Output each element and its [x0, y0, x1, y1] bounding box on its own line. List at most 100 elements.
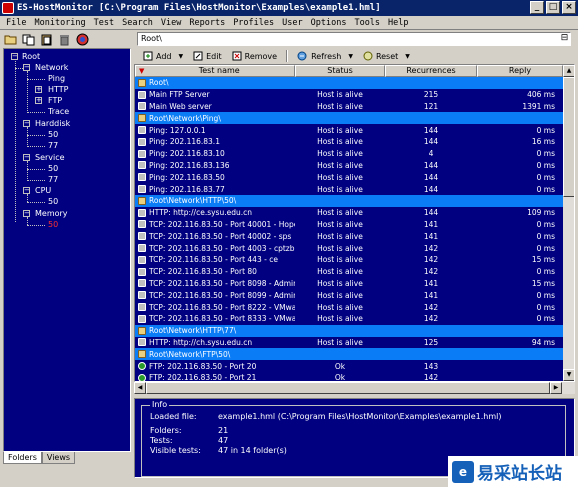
col-recurrences[interactable]: Recurrences: [385, 65, 477, 77]
menu-reports[interactable]: Reports: [185, 18, 229, 28]
col-test-name[interactable]: ▼ Test name: [135, 65, 295, 77]
table-row[interactable]: Ping: 127.0.0.1 Host is alive 144 0 ms: [135, 124, 563, 136]
table-row[interactable]: TCP: 202.116.83.50 - Port 8099 - Adminis…: [135, 289, 563, 301]
remove-button[interactable]: Remove: [227, 49, 282, 63]
edit-icon: [193, 51, 203, 61]
scroll-thumb[interactable]: [563, 77, 574, 197]
table-row[interactable]: TCP: 202.116.83.50 - Port 80 Host is aliv…: [135, 266, 563, 278]
test-status: Host is alive: [317, 90, 363, 100]
browse-icon[interactable]: ⊟: [559, 33, 570, 45]
table-row[interactable]: Main FTP Server Host is alive 215 406 ms: [135, 89, 563, 101]
harddisk-collapse-icon[interactable]: −: [23, 120, 30, 127]
http-expand-icon[interactable]: +: [35, 86, 42, 93]
add-dropdown-icon[interactable]: ▼: [179, 53, 184, 60]
hscroll-thumb[interactable]: [146, 382, 550, 394]
tree-item-network[interactable]: Network: [35, 63, 68, 73]
refresh-button[interactable]: Refresh ▼: [292, 49, 358, 63]
add-button[interactable]: Add ▼: [138, 49, 188, 63]
table-row[interactable]: HTTP: http://ch.sysu.edu.cn Host is alive…: [135, 337, 563, 349]
tab-views[interactable]: Views: [41, 452, 76, 464]
table-row[interactable]: TCP: 202.116.83.50 - Port 4003 - cptzb Ho…: [135, 242, 563, 254]
table-row[interactable]: Ping: 202.116.83.136 Host is alive 144 0 ms: [135, 160, 563, 172]
menu-view[interactable]: View: [157, 18, 185, 28]
folder-row[interactable]: Root\Network\Ping\: [135, 112, 563, 125]
table-row[interactable]: Ping: 202.116.83.1 Host is alive 144 16 ms: [135, 136, 563, 148]
table-row[interactable]: HTTP: http://ce.sysu.edu.cn Host is alive…: [135, 207, 563, 219]
test-recurrences: 144: [423, 160, 439, 170]
ftp-expand-icon[interactable]: +: [35, 97, 42, 104]
service-collapse-icon[interactable]: −: [23, 154, 30, 161]
table-row[interactable]: TCP: 202.116.83.50 - Port 8222 - VMware H…: [135, 301, 563, 313]
reset-button[interactable]: Reset ▼: [358, 49, 415, 63]
network-collapse-icon[interactable]: −: [23, 64, 30, 71]
tree-item-ping[interactable]: Ping: [48, 74, 65, 84]
vertical-scrollbar[interactable]: ▲ ▼: [563, 65, 574, 381]
refresh-dropdown-icon[interactable]: ▼: [348, 53, 353, 60]
col-status[interactable]: Status: [295, 65, 385, 77]
folder-row[interactable]: Root\: [135, 77, 563, 89]
close-button[interactable]: ×: [562, 1, 576, 14]
menu-monitoring[interactable]: Monitoring: [30, 18, 89, 28]
tree-item-harddisk-77[interactable]: 77: [48, 141, 58, 151]
tree-item-service-50[interactable]: 50: [48, 164, 58, 174]
copy-icon[interactable]: [21, 33, 35, 47]
tree-item-trace[interactable]: Trace: [48, 107, 69, 117]
tree-item-cpu[interactable]: CPU: [35, 186, 51, 196]
tree-item-http[interactable]: HTTP: [48, 85, 68, 95]
menu-bar: File Monitoring Test Search View Reports Profi…: [0, 16, 578, 30]
menu-user[interactable]: User: [278, 18, 306, 28]
table-row[interactable]: TCP: 202.116.83.50 - Port 40001 - HopeSt…: [135, 219, 563, 231]
menu-options[interactable]: Options: [307, 18, 351, 28]
monitor-icon[interactable]: [75, 33, 89, 47]
tree-item-memory-50[interactable]: 50: [48, 220, 58, 230]
host-alive-icon: [138, 102, 146, 111]
scroll-down-icon[interactable]: ▼: [563, 369, 574, 381]
folder-row[interactable]: Root\Network\FTP\50\: [135, 348, 563, 361]
scroll-left-icon[interactable]: ◀: [134, 382, 146, 394]
table-row[interactable]: TCP: 202.116.83.50 - Port 8333 - VMware H…: [135, 313, 563, 325]
tree-item-ftp[interactable]: FTP: [48, 96, 62, 106]
table-row[interactable]: TCP: 202.116.83.50 - Port 443 - ce Host i…: [135, 254, 563, 266]
tree-item-service[interactable]: Service: [35, 153, 65, 163]
table-row[interactable]: FTP: 202.116.83.50 - Port 21 Ok 142: [135, 372, 563, 381]
folder-row[interactable]: Root\Network\HTTP\77\: [135, 324, 563, 337]
watermark: e 易采站长站: [448, 456, 578, 487]
menu-tools[interactable]: Tools: [350, 18, 384, 28]
scroll-up-icon[interactable]: ▲: [563, 65, 574, 77]
table-row[interactable]: Ping: 202.116.83.10 Host is alive 4 0 ms: [135, 148, 563, 160]
cpu-collapse-icon[interactable]: −: [23, 187, 30, 194]
memory-collapse-icon[interactable]: −: [23, 210, 30, 217]
minimize-button[interactable]: _: [530, 1, 544, 14]
table-row[interactable]: TCP: 202.116.83.50 - Port 40002 - sps Hos…: [135, 230, 563, 242]
root-collapse-icon[interactable]: −: [11, 53, 18, 60]
col-reply[interactable]: Reply: [477, 65, 563, 77]
table-row[interactable]: TCP: 202.116.83.50 - Port 8098 - Adminis…: [135, 278, 563, 290]
tree-item-harddisk-50[interactable]: 50: [48, 130, 58, 140]
table-row[interactable]: FTP: 202.116.83.50 - Port 20 Ok 143: [135, 360, 563, 372]
table-row[interactable]: Ping: 202.116.83.77 Host is alive 144 0 ms: [135, 183, 563, 195]
trash-icon[interactable]: [57, 33, 71, 47]
tree-item-root[interactable]: Root: [22, 52, 40, 62]
menu-file[interactable]: File: [2, 18, 30, 28]
menu-search[interactable]: Search: [118, 18, 157, 28]
table-row[interactable]: Main Web server Host is alive 121 1391 ms: [135, 101, 563, 113]
edit-button[interactable]: Edit: [188, 49, 227, 63]
host-alive-icon: [138, 220, 146, 229]
menu-test[interactable]: Test: [90, 18, 118, 28]
menu-help[interactable]: Help: [384, 18, 412, 28]
scroll-right-icon[interactable]: ▶: [550, 382, 562, 394]
menu-profiles[interactable]: Profiles: [229, 18, 278, 28]
horizontal-scrollbar[interactable]: ◀ ▶: [134, 382, 575, 394]
folder-row[interactable]: Root\Network\HTTP\50\: [135, 194, 563, 207]
table-row[interactable]: Ping: 202.116.83.50 Host is alive 144 0 ms: [135, 171, 563, 183]
tree-item-service-77[interactable]: 77: [48, 175, 58, 185]
reset-dropdown-icon[interactable]: ▼: [405, 53, 410, 60]
tree-item-cpu-50[interactable]: 50: [48, 197, 58, 207]
maximize-button[interactable]: □: [546, 1, 560, 14]
tree-item-harddisk[interactable]: Harddisk: [35, 119, 70, 129]
path-input[interactable]: Root\: [137, 32, 571, 46]
paste-icon[interactable]: [39, 33, 53, 47]
tab-folders[interactable]: Folders: [3, 452, 42, 464]
tree-item-memory[interactable]: Memory: [35, 209, 68, 219]
open-folder-icon[interactable]: [3, 33, 17, 47]
